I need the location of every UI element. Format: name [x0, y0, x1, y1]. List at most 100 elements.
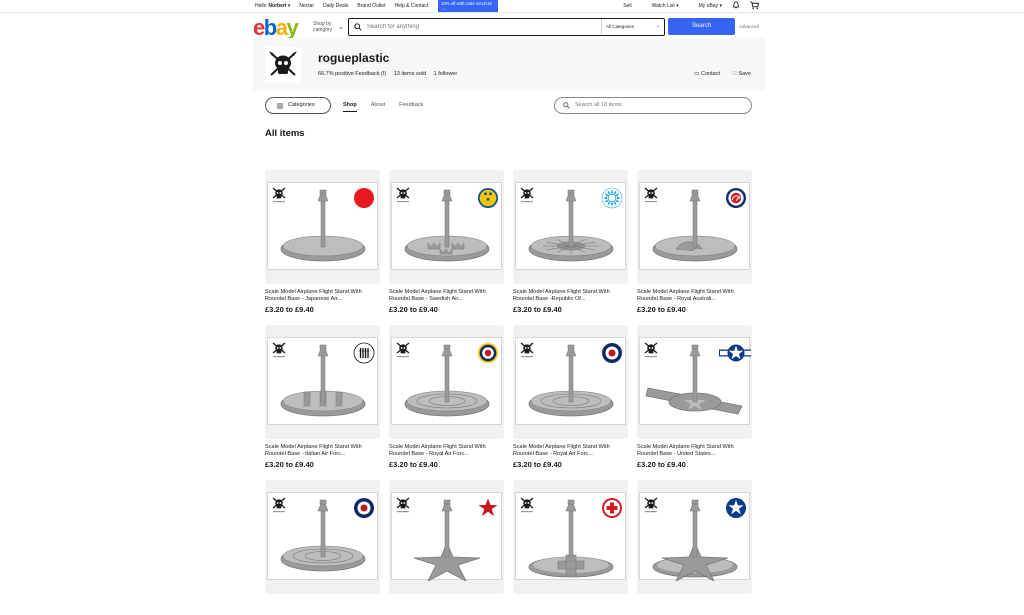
product-image[interactable]	[265, 170, 380, 284]
section-title: All items	[265, 128, 305, 139]
product-title[interactable]: Scale Model Airplane Flight Stand With R…	[265, 444, 380, 458]
site-header: ebay Shop by category ⌄ All Categories⌄ …	[0, 13, 1024, 40]
my-ebay-label: My eBay	[698, 3, 719, 9]
product-title[interactable]	[637, 599, 752, 613]
product-image[interactable]	[389, 325, 504, 439]
store-items-sold: 13 items sold	[393, 71, 427, 77]
skull-logo-icon	[396, 497, 410, 513]
product-card[interactable]	[513, 480, 628, 615]
category-select[interactable]: All Categories ⌄	[601, 19, 664, 34]
product-image[interactable]	[637, 480, 752, 594]
product-image[interactable]	[265, 480, 380, 594]
topbar-link-sell[interactable]: Sell	[623, 3, 631, 9]
topbar-link-daily-deals[interactable]: Daily Deals	[323, 3, 348, 9]
search-input[interactable]	[367, 24, 602, 30]
advanced-search-link[interactable]: Advanced	[739, 24, 759, 29]
product-card[interactable]: Scale Model Airplane Flight Stand With R…	[513, 325, 628, 469]
product-image[interactable]	[513, 325, 628, 439]
tab-feedback[interactable]: Feedback	[399, 102, 423, 112]
store-search-placeholder: Search all 18 items	[575, 102, 622, 108]
topbar-link-help[interactable]: Help & Contact	[394, 3, 428, 9]
product-card[interactable]: Scale Model Airplane Flight Stand With R…	[513, 170, 628, 314]
store-meta: 66.7% positive Feedback (I) 13 items sol…	[318, 71, 463, 77]
skull-logo-icon	[644, 342, 658, 358]
flight-stand-image	[644, 342, 751, 415]
store-search-input[interactable]: Search all 18 items	[554, 97, 752, 114]
categories-button[interactable]: Categories	[265, 97, 331, 114]
product-card[interactable]	[637, 480, 752, 615]
tab-shop[interactable]: Shop	[343, 102, 357, 112]
store-feedback[interactable]: 66.7% positive Feedback (I)	[318, 71, 386, 77]
flight-stand-image	[396, 497, 498, 581]
product-card[interactable]: Scale Model Airplane Flight Stand With R…	[637, 170, 752, 314]
product-title[interactable]	[265, 599, 380, 613]
product-title[interactable]: Scale Model Airplane Flight Stand With R…	[389, 289, 504, 303]
product-price: £3.20 to £9.40	[389, 460, 438, 469]
topbar-link-nectar[interactable]: Nectar	[299, 3, 314, 9]
topbar-link-my-ebay[interactable]: My eBay ▾	[689, 3, 722, 9]
product-card[interactable]: Scale Model Airplane Flight Stand With R…	[265, 170, 380, 314]
flight-stand-image	[396, 187, 498, 262]
promo-banner[interactable]: 10% off with code SALE15 →	[438, 0, 498, 12]
skull-logo-icon	[520, 497, 534, 513]
product-title[interactable]: Scale Model Airplane Flight Stand With R…	[513, 444, 628, 458]
product-card[interactable]: Scale Model Airplane Flight Stand With R…	[389, 170, 504, 314]
flight-stand-image	[396, 342, 498, 417]
product-card[interactable]	[389, 480, 504, 615]
search-button[interactable]: Search	[668, 18, 735, 35]
flight-stand-image	[644, 497, 746, 581]
user-name: Norbert	[268, 3, 287, 9]
shop-by-category[interactable]: Shop by category	[313, 21, 339, 33]
topbar-link-watch-list[interactable]: Watch List ▾	[642, 3, 679, 9]
flight-stand-image	[272, 187, 374, 262]
search-icon	[354, 23, 362, 31]
product-price: £3.20 to £9.40	[513, 460, 562, 469]
product-title[interactable]: Scale Model Airplane Flight Stand With R…	[513, 289, 628, 303]
category-select-value: All Categories	[606, 24, 635, 29]
bell-icon[interactable]	[732, 1, 740, 11]
cart-icon[interactable]	[750, 0, 760, 12]
product-title[interactable]: Scale Model Airplane Flight Stand With R…	[637, 289, 752, 303]
product-image-frame	[639, 182, 750, 270]
product-image[interactable]	[637, 170, 752, 284]
product-image[interactable]	[513, 480, 628, 594]
tab-about[interactable]: About	[371, 102, 385, 112]
product-card[interactable]: Scale Model Airplane Flight Stand With R…	[637, 325, 752, 469]
product-title[interactable]	[389, 599, 504, 613]
watch-list-label: Watch List	[651, 3, 675, 9]
ebay-logo[interactable]: ebay	[253, 17, 299, 39]
product-title[interactable]: Scale Model Airplane Flight Stand With R…	[265, 289, 380, 303]
roundel-icon	[719, 344, 751, 362]
product-image[interactable]	[389, 480, 504, 594]
product-image-frame	[267, 182, 378, 270]
product-image-frame	[515, 492, 626, 580]
product-title[interactable]: Scale Model Airplane Flight Stand With R…	[389, 444, 504, 458]
roundel-icon	[478, 188, 498, 208]
categories-label: Categories	[288, 102, 315, 108]
roundel-icon	[602, 498, 622, 518]
product-image[interactable]	[389, 170, 504, 284]
store-name[interactable]: rogueplastic	[318, 51, 389, 65]
product-title[interactable]	[513, 599, 628, 613]
product-price: £3.20 to £9.40	[265, 305, 314, 314]
greeting-prefix: Hello	[255, 3, 267, 9]
product-card[interactable]	[265, 480, 380, 615]
save-button[interactable]: ♡ Save	[732, 71, 751, 77]
roundel-icon	[726, 188, 746, 208]
product-price: £3.20 to £9.40	[389, 305, 438, 314]
product-image[interactable]	[513, 170, 628, 284]
product-price: £3.20 to £9.40	[637, 460, 686, 469]
store-nav: Categories Shop About Feedback Search al…	[265, 97, 752, 115]
product-card[interactable]: Scale Model Airplane Flight Stand With R…	[389, 325, 504, 469]
product-image[interactable]	[265, 325, 380, 439]
product-title[interactable]: Scale Model Airplane Flight Stand With R…	[637, 444, 752, 458]
product-card[interactable]: Scale Model Airplane Flight Stand With R…	[265, 325, 380, 469]
contact-button[interactable]: ▭ Contact	[694, 71, 720, 77]
store-logo-skull-icon[interactable]	[265, 47, 301, 83]
skull-logo-icon	[644, 497, 658, 513]
product-image[interactable]	[637, 325, 752, 439]
store-tabs: Shop About Feedback	[343, 102, 423, 112]
search-icon	[563, 102, 570, 109]
greeting[interactable]: Hello Norbert ▾	[255, 3, 290, 9]
topbar-link-brand-outlet[interactable]: Brand Outlet	[357, 3, 385, 9]
